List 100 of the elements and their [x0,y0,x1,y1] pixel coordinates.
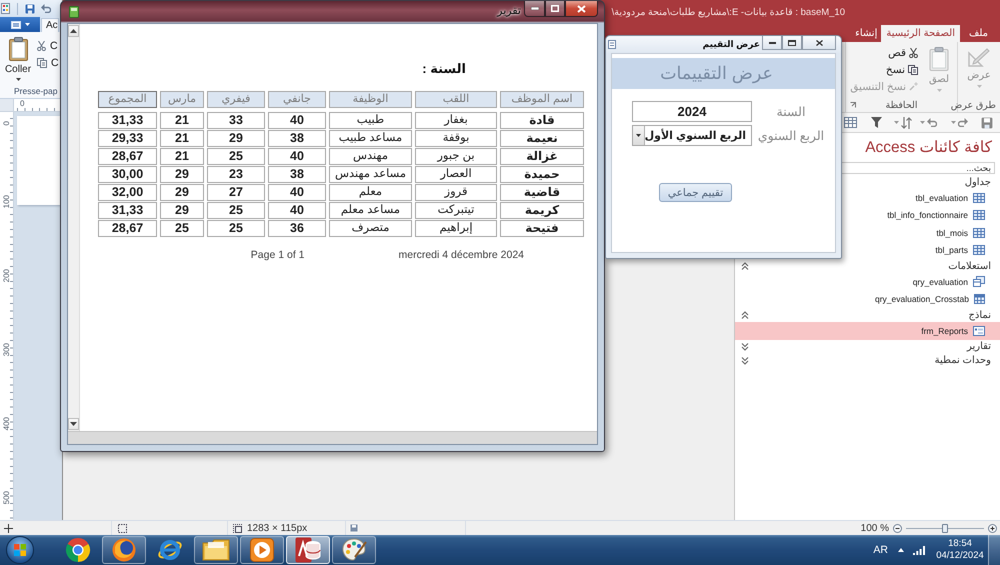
close-button[interactable] [802,36,836,50]
maximize-button[interactable] [782,36,802,50]
table-cell: مساعد معلم [329,202,412,219]
ruler-label: 300 [2,343,11,356]
chevron-down-icon[interactable] [741,342,749,350]
taskbar-button[interactable] [286,536,330,564]
table-cell: متصرف [329,220,412,237]
redo-icon[interactable] [958,118,968,127]
group-header[interactable]: استعلامات [735,259,1000,273]
table-cell: 23 [207,166,265,183]
scissors-icon[interactable] [909,48,918,58]
table-icon [973,210,985,220]
group-header[interactable]: وحدات نمطية [735,354,1000,368]
taskbar-button[interactable] [102,536,146,564]
scroll-up-button[interactable] [68,25,79,37]
window-title: baseM_10 : قاعدة بيانات- E:\مشاريع طلبات\منحة مردودية\ [612,7,845,18]
column-header: المجموع [98,91,157,108]
start-orb-icon[interactable] [6,536,34,564]
copy-icon[interactable] [908,64,918,74]
show-desktop-button[interactable] [988,535,1000,565]
table-cell: 21 [160,148,204,165]
undo-icon[interactable] [927,118,937,127]
table-cell: قروز [415,184,497,201]
query-icon [973,276,985,288]
image-size: 1283 × 115px [247,522,308,534]
language-indicator[interactable]: AR [873,544,888,556]
table-cell: العصار [415,166,497,183]
evaluate-button[interactable]: تقييم جماعي [659,183,732,202]
table-cell: 31,33 [98,112,157,129]
maximize-button[interactable] [545,1,565,17]
file-menu-button[interactable] [0,17,40,32]
dimensions-icon [233,524,242,532]
launcher-icon[interactable] [850,102,856,108]
minimize-button[interactable] [524,1,545,17]
save-icon[interactable] [25,4,35,14]
taskbar-button[interactable] [240,536,284,564]
undo-icon[interactable] [41,4,51,13]
chevron-up-icon[interactable] [741,262,749,270]
save-icon[interactable] [981,116,993,128]
zoom-out-icon[interactable] [893,524,902,532]
table-icon [973,245,985,256]
database-icon [295,537,321,563]
down-arrow-icon [70,422,77,426]
caret-icon [951,121,956,124]
up-arrow-icon[interactable] [898,548,904,552]
copy-icon[interactable] [37,58,47,68]
ribbon-tab[interactable]: Ac [41,18,59,32]
paste-button[interactable]: Coller [4,37,32,81]
chevron-down-icon[interactable] [741,356,749,364]
taskbar-button[interactable] [332,536,376,564]
clock-date[interactable]: 04/12/2024 [936,551,984,561]
form-icon [973,326,985,336]
cut-button[interactable]: C [37,38,59,53]
table-cell: 30,00 [98,166,157,183]
group-label: طرق عرض [950,100,996,110]
zoom-in-icon[interactable] [988,524,997,532]
caret-icon [976,85,982,88]
table-cell: 33 [207,112,265,129]
chevron-up-icon[interactable] [741,311,749,319]
caret-icon [920,121,925,124]
window-title: عرض التقييم [702,39,760,50]
table-cell: كريمة [500,202,584,219]
year-field[interactable]: 2024 [632,101,752,122]
horizontal-scrollbar[interactable] [68,431,597,444]
group-header[interactable]: تقارير [735,340,1000,354]
slider-thumb[interactable] [942,524,948,532]
ribbon-tab[interactable]: إنشاء [851,25,882,42]
ribbon-button[interactable]: نسخ [850,61,922,78]
scissors-icon[interactable] [37,40,46,50]
table-cell: 40 [268,112,326,129]
table-cell: طبيب [329,112,412,129]
ribbon-tab[interactable]: الصفحة الرئيسية [881,25,960,42]
taskbar-button[interactable] [194,536,238,564]
sort-icon[interactable] [901,116,912,128]
clock-time[interactable]: 18:54 [948,539,972,549]
table-cell: فتيحة [500,220,584,237]
filter-icon[interactable] [871,117,882,128]
table-cell: مساعد طبيب [329,130,412,147]
maximize-icon [788,40,796,46]
nav-item[interactable]: qry_evaluation [735,273,1000,290]
signal-icon[interactable] [913,546,925,554]
nav-item[interactable]: frm_Reports [735,322,1000,340]
dropdown-button[interactable] [633,126,645,145]
table-cell: قاضية [500,184,584,201]
group-header[interactable]: نماذج [735,308,1000,322]
minimize-button[interactable] [762,36,782,50]
copy-button[interactable]: C [37,55,59,70]
table-cell: نعيمة [500,130,584,147]
vertical-scrollbar[interactable] [68,24,80,431]
nav-item[interactable]: qry_evaluation_Crosstab [735,290,1000,308]
table-cell: 32,00 [98,184,157,201]
table-icon[interactable] [844,117,857,128]
quarter-combo[interactable]: الربع السنوي الأول [632,125,752,146]
close-button[interactable] [565,1,598,17]
app-icon [1,3,10,14]
clipboard-icon[interactable] [8,37,28,61]
scroll-down-button[interactable] [68,418,79,430]
table-cell: 25 [207,202,265,219]
file-tab[interactable]: ملف [960,25,997,42]
ribbon-button[interactable]: قص [850,44,922,61]
